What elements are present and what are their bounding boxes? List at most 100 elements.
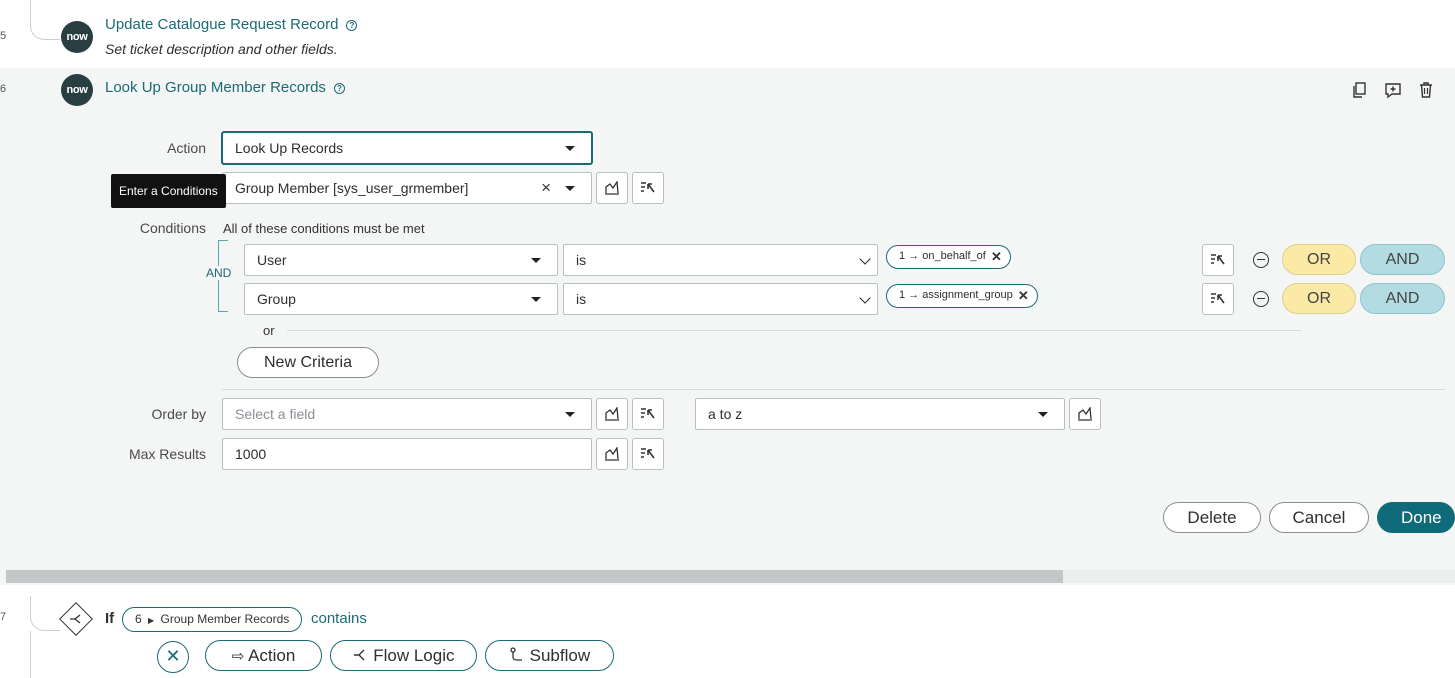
conditions-label: Conditions	[139, 220, 206, 236]
servicenow-badge-icon: now	[61, 74, 93, 106]
help-icon[interactable]: ?	[333, 83, 345, 94]
tooltip: Enter a Conditions	[111, 174, 226, 208]
condition-operator[interactable]: contains	[311, 610, 367, 627]
caret-down-icon	[565, 146, 575, 151]
if-label: If	[105, 610, 115, 627]
order-by-label: Order by	[151, 406, 206, 422]
order-by-select[interactable]: Select a field	[222, 398, 592, 430]
or-button[interactable]: OR	[1282, 244, 1356, 275]
data-picker-icon	[1211, 254, 1225, 265]
add-flow-logic-label: Flow Logic	[373, 646, 455, 665]
data-picker-button[interactable]	[1202, 283, 1234, 315]
data-picker-button[interactable]	[632, 438, 664, 470]
add-subflow-button[interactable]: Subflow	[485, 640, 614, 671]
action-select[interactable]: Look Up Records	[222, 132, 592, 164]
help-icon[interactable]: ?	[346, 20, 358, 31]
trash-icon[interactable]	[1417, 81, 1435, 99]
cancel-button[interactable]: Cancel	[1269, 502, 1369, 533]
data-pill-button[interactable]	[596, 438, 628, 470]
sort-direction-value: a to z	[708, 406, 743, 422]
and-button[interactable]: AND	[1360, 244, 1445, 275]
data-pill-index: 6	[135, 612, 142, 626]
tree-connector	[30, 631, 31, 678]
data-pill-text: 1 → assignment_group	[899, 289, 1013, 301]
delete-button[interactable]: Delete	[1163, 502, 1261, 533]
add-subflow-label: Subflow	[529, 646, 591, 665]
data-picker-icon	[641, 182, 655, 193]
step-title[interactable]: Look Up Group Member Records?	[105, 79, 345, 96]
step-number: 5	[0, 30, 7, 42]
table-select[interactable]: Group Member [sys_user_grmember] ×	[222, 172, 592, 204]
condition-field-value: Group	[257, 291, 296, 307]
and-button[interactable]: AND	[1360, 283, 1445, 314]
close-icon[interactable]: ✕	[157, 641, 189, 673]
caret-down-icon	[565, 412, 575, 417]
max-results-input[interactable]: 1000	[222, 438, 592, 470]
data-picker-button[interactable]	[632, 172, 664, 204]
conditions-note: All of these conditions must be met	[223, 221, 425, 236]
data-pill-icon	[605, 181, 619, 195]
condition-field-select[interactable]: User	[244, 244, 558, 276]
subflow-icon	[510, 647, 522, 661]
tree-connector	[30, 596, 60, 631]
tree-connector	[30, 0, 60, 40]
remove-pill-icon[interactable]: ✕	[1018, 285, 1029, 306]
condition-operator-select[interactable]: is	[563, 283, 878, 315]
caret-down-icon	[531, 297, 541, 302]
action-label: Action	[167, 140, 206, 156]
sort-direction-select[interactable]: a to z	[695, 398, 1065, 430]
divider	[222, 389, 1445, 390]
data-pill[interactable]: 1 → assignment_group ✕	[886, 284, 1038, 308]
chevron-down-icon	[859, 253, 871, 265]
data-picker-icon	[1211, 293, 1225, 304]
flow-logic-icon	[353, 649, 364, 661]
remove-pill-icon[interactable]: ✕	[991, 246, 1002, 267]
or-divider-label: or	[263, 323, 275, 338]
max-results-value: 1000	[235, 446, 267, 462]
clear-icon[interactable]: ×	[541, 178, 551, 198]
add-action-button[interactable]: ⇨ Action	[205, 640, 322, 671]
caret-down-icon	[1038, 412, 1048, 417]
step-number: 7	[0, 611, 7, 623]
caret-right-icon: ▶	[148, 616, 155, 625]
remove-condition-icon[interactable]	[1253, 291, 1269, 307]
step-number: 6	[0, 83, 7, 95]
or-button[interactable]: OR	[1282, 283, 1356, 314]
divider	[287, 330, 1301, 331]
servicenow-badge-icon: now	[61, 21, 93, 53]
add-flow-logic-button[interactable]: Flow Logic	[330, 640, 477, 671]
condition-field-value: User	[257, 252, 287, 268]
new-criteria-button[interactable]: New Criteria	[237, 347, 379, 378]
data-pill-text: Group Member Records	[160, 612, 290, 626]
data-pill[interactable]: 1 → on_behalf_of ✕	[886, 245, 1011, 269]
data-picker-button[interactable]	[1202, 244, 1234, 276]
done-button[interactable]: Done	[1377, 502, 1455, 533]
condition-operator-value: is	[576, 252, 587, 268]
data-pill-button[interactable]	[596, 172, 628, 204]
add-action-label: Action	[248, 646, 296, 665]
chevron-down-icon	[859, 292, 871, 304]
data-pill-icon	[605, 407, 619, 421]
data-pill-icon	[1078, 407, 1092, 421]
remove-condition-icon[interactable]	[1253, 252, 1269, 268]
add-comment-icon[interactable]	[1384, 81, 1402, 99]
condition-field-select[interactable]: Group	[244, 283, 558, 315]
horizontal-scrollbar-thumb[interactable]	[6, 570, 1063, 583]
copy-icon[interactable]	[1351, 81, 1369, 99]
step-subtitle: Set ticket description and other fields.	[105, 41, 338, 57]
data-pill-icon	[605, 447, 619, 461]
step-title-text[interactable]: Update Catalogue Request Record	[105, 16, 338, 33]
condition-operator-select[interactable]: is	[563, 244, 878, 276]
step-title[interactable]: Update Catalogue Request Record?	[105, 16, 358, 33]
data-picker-icon	[641, 408, 655, 419]
data-pill[interactable]: 6 ▶ Group Member Records	[122, 607, 303, 632]
data-pill-text: 1 → on_behalf_of	[899, 250, 986, 262]
data-pill-button[interactable]	[1069, 398, 1101, 430]
caret-down-icon	[565, 186, 575, 191]
step-title-text[interactable]: Look Up Group Member Records	[105, 79, 326, 96]
caret-down-icon	[531, 258, 541, 263]
data-picker-button[interactable]	[632, 398, 664, 430]
action-icon: ⇨	[231, 648, 245, 665]
action-select-value: Look Up Records	[235, 140, 344, 156]
data-pill-button[interactable]	[596, 398, 628, 430]
